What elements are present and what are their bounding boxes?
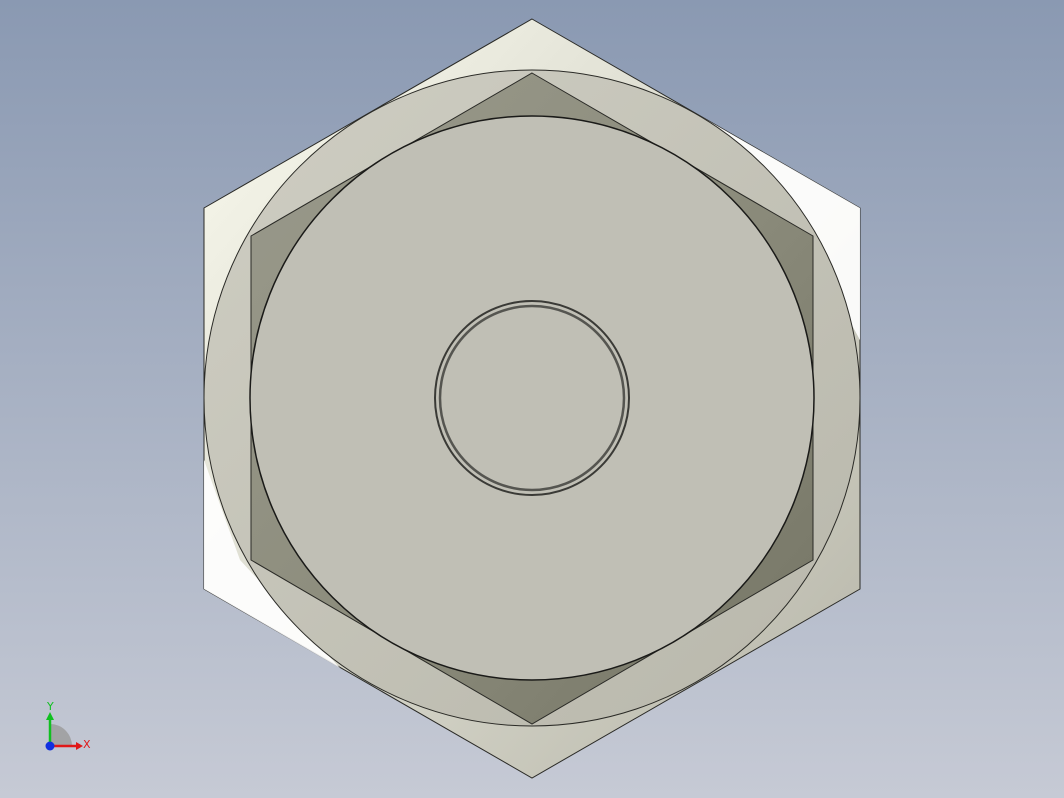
model-canvas[interactable] bbox=[0, 0, 1064, 798]
axis-triad[interactable]: X Y bbox=[38, 696, 98, 756]
x-axis-arrow bbox=[76, 742, 83, 750]
y-axis-label: Y bbox=[46, 700, 54, 713]
y-axis-arrow bbox=[46, 712, 54, 720]
triad-quarter-disc bbox=[50, 724, 72, 746]
x-axis-label: X bbox=[83, 738, 91, 751]
3d-viewport[interactable]: X Y bbox=[0, 0, 1064, 798]
thread-hole-inner bbox=[438, 304, 626, 492]
z-axis-dot bbox=[45, 741, 55, 751]
